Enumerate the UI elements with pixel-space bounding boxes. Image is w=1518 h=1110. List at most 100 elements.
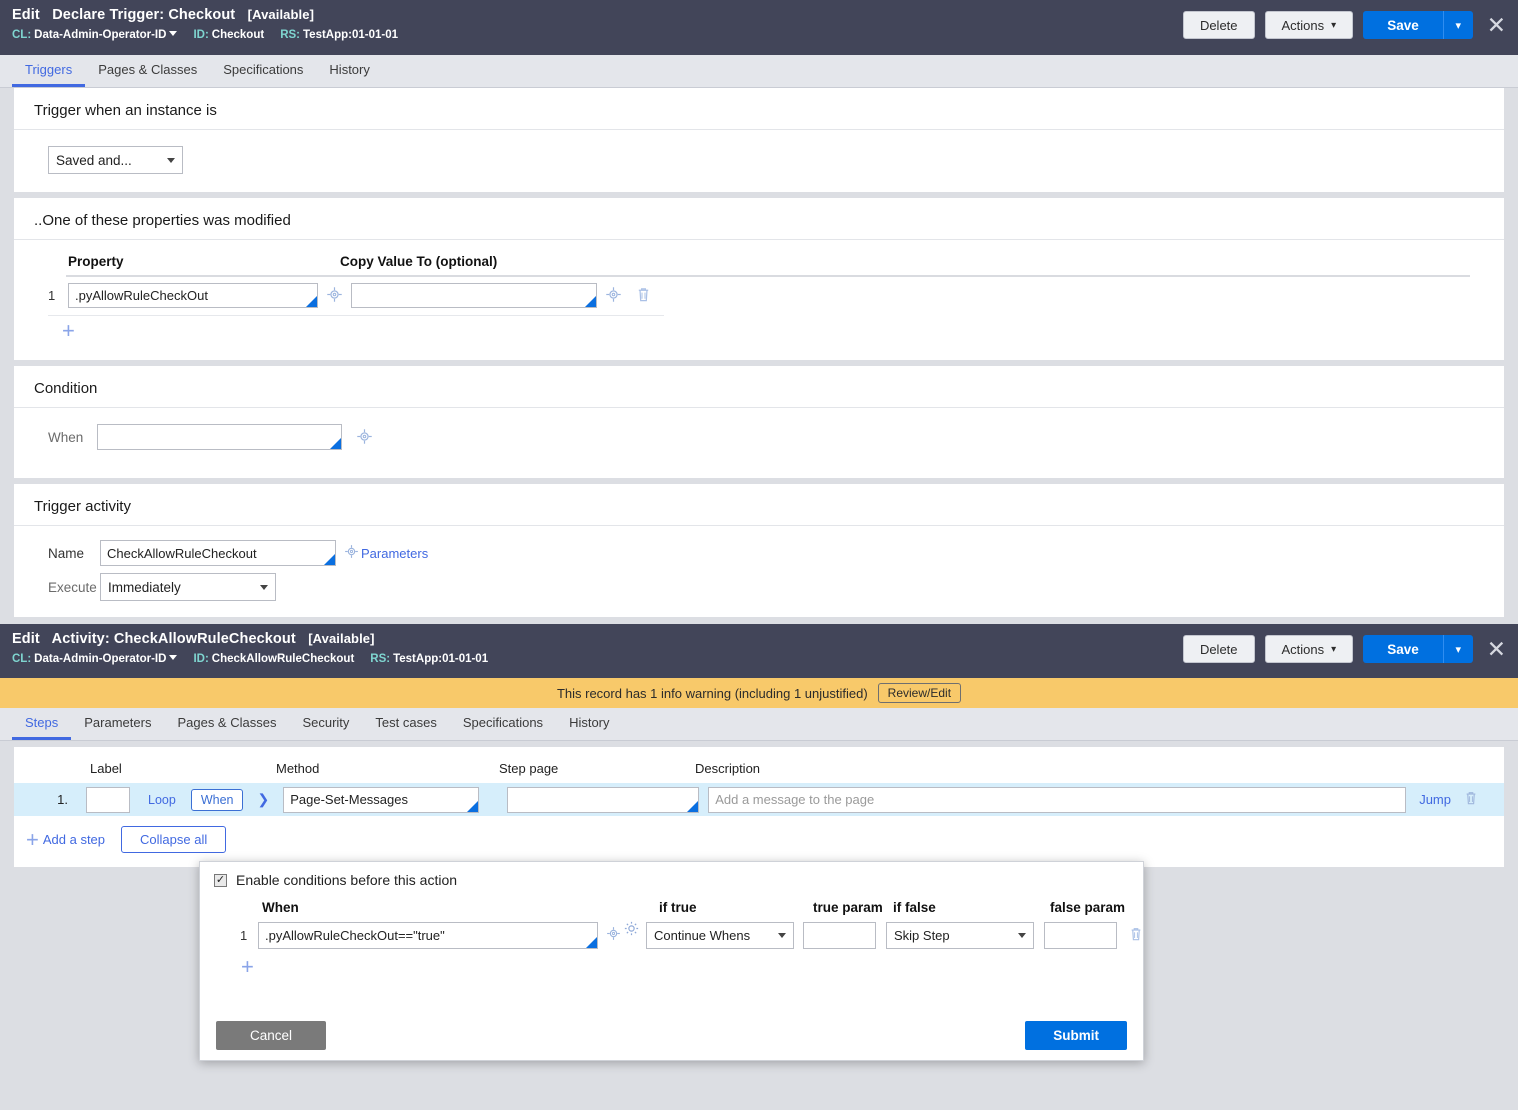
activity-rs-label: RS: xyxy=(370,653,391,665)
trigger-status-badge: [Available] xyxy=(247,7,315,22)
step-loop-link[interactable]: Loop xyxy=(148,793,176,807)
if-false-select[interactable]: Skip Step xyxy=(886,921,1034,949)
chevron-down-icon: ▾ xyxy=(1331,643,1337,655)
when-expression-input-wrap xyxy=(258,921,598,949)
col-copy-value-header: Copy Value To (optional) xyxy=(340,254,498,269)
step-jump-link[interactable]: Jump xyxy=(1419,792,1451,807)
col-label-header: Label xyxy=(90,761,122,776)
collapse-all-button[interactable]: Collapse all xyxy=(121,826,227,853)
tab-steps[interactable]: Steps xyxy=(12,709,72,740)
gear-icon[interactable] xyxy=(623,920,640,940)
copy-value-input[interactable] xyxy=(351,283,597,308)
col-property-header: Property xyxy=(68,254,124,269)
section-instance-title: Trigger when an instance is xyxy=(14,88,1504,130)
property-input[interactable] xyxy=(68,283,318,308)
step-method-input[interactable] xyxy=(283,786,480,813)
activity-name-input-wrap xyxy=(100,540,336,566)
if-false-select-wrap: Skip Step xyxy=(886,921,1034,949)
trigger-rs-value: TestApp:01-01-01 xyxy=(303,29,399,41)
activity-close-icon[interactable]: ✕ xyxy=(1487,637,1506,661)
activity-save-button[interactable]: Save xyxy=(1363,635,1443,663)
activity-execute-row: Execute Immediately xyxy=(48,573,1470,601)
activity-window-header: Edit Activity: CheckAllowRuleCheckout [A… xyxy=(0,624,1518,678)
true-param-input[interactable] xyxy=(803,921,876,949)
activity-id-label: ID: xyxy=(193,653,209,665)
step-description-input[interactable] xyxy=(708,786,1407,813)
col-true-param-header: true param xyxy=(813,900,883,915)
trigger-save-dropdown-button[interactable]: ▾ xyxy=(1442,11,1473,39)
activity-execute-label: Execute xyxy=(48,579,97,595)
tab-test-cases[interactable]: Test cases xyxy=(362,709,449,740)
add-a-step-label: Add a step xyxy=(42,832,106,847)
crosshair-icon-condition[interactable] xyxy=(356,428,373,448)
chevron-right-icon[interactable]: ❯ xyxy=(257,791,269,808)
condition-when-input[interactable] xyxy=(96,424,342,450)
tab-triggers[interactable]: Triggers xyxy=(12,56,86,87)
activity-delete-button[interactable]: Delete xyxy=(1182,635,1255,663)
tab-pages-and-classes[interactable]: Pages & Classes xyxy=(85,56,210,87)
condition-when-input-wrap xyxy=(96,424,342,450)
false-param-input[interactable] xyxy=(1044,921,1117,949)
add-property-row-icon[interactable]: + xyxy=(62,320,75,342)
activity-execute-select[interactable]: Immediately xyxy=(100,573,276,601)
trigger-title-prefix: Edit xyxy=(12,7,40,23)
delete-when-row-icon[interactable] xyxy=(1129,926,1143,945)
tab-history[interactable]: History xyxy=(316,56,382,87)
when-expression-input[interactable] xyxy=(258,921,598,949)
chevron-down-icon: ▾ xyxy=(1331,19,1337,31)
step-page-input[interactable] xyxy=(507,786,700,813)
activity-save-group: Save ▾ xyxy=(1363,635,1473,663)
tab-parameters[interactable]: Parameters xyxy=(71,709,164,740)
col-if-true-header: if true xyxy=(659,900,697,915)
step-when-chip[interactable]: When xyxy=(190,788,244,811)
if-true-select[interactable]: Continue Whens xyxy=(646,921,794,949)
crosshair-icon-copy-value[interactable] xyxy=(605,286,622,306)
add-a-step-button[interactable]: + Add a step xyxy=(26,828,106,851)
trigger-delete-button[interactable]: Delete xyxy=(1182,11,1255,39)
section-activity-title: Trigger activity xyxy=(14,484,1504,526)
crosshair-icon-when[interactable] xyxy=(606,926,621,944)
review-edit-button[interactable]: Review/Edit xyxy=(877,683,962,703)
delete-property-row-icon[interactable] xyxy=(636,286,651,306)
tab-security[interactable]: Security xyxy=(289,709,362,740)
col-if-false-header: if false xyxy=(893,900,936,915)
parameters-link[interactable]: Parameters xyxy=(361,546,428,561)
delete-step-icon[interactable] xyxy=(1464,790,1478,809)
trigger-tabstrip: Triggers Pages & Classes Specifications … xyxy=(0,55,1518,88)
trigger-rs-label: RS: xyxy=(280,29,300,41)
activity-save-dropdown-button[interactable]: ▾ xyxy=(1442,635,1473,663)
tab-activity-history[interactable]: History xyxy=(556,709,622,740)
activity-cl-value[interactable]: Data-Admin-Operator-ID xyxy=(34,653,178,665)
cancel-button[interactable]: Cancel xyxy=(216,1021,327,1050)
step-row: 1. Loop When ❯ Jump xyxy=(14,783,1504,816)
activity-name-input[interactable] xyxy=(100,540,336,566)
col-when-header: When xyxy=(262,900,299,915)
submit-button[interactable]: Submit xyxy=(1025,1021,1127,1050)
section-properties-modified: ..One of these properties was modified P… xyxy=(14,198,1504,360)
trigger-close-icon[interactable]: ✕ xyxy=(1487,13,1506,37)
trigger-save-button[interactable]: Save xyxy=(1363,11,1443,39)
section-instance-body: Saved and... xyxy=(14,130,1504,192)
step-page-input-wrap xyxy=(507,786,700,813)
add-when-row-icon[interactable]: + xyxy=(241,956,254,978)
enable-conditions-row: ✓ Enable conditions before this action xyxy=(200,862,1143,888)
when-conditions-popup: ✓ Enable conditions before this action W… xyxy=(199,861,1144,1061)
instance-state-select[interactable]: Saved and... xyxy=(48,146,183,174)
section-properties-body: Property Copy Value To (optional) 1 .pyA… xyxy=(14,240,1504,360)
tab-activity-pages-and-classes[interactable]: Pages & Classes xyxy=(164,709,289,740)
crosshair-icon-parameters[interactable] xyxy=(344,544,359,562)
tab-activity-specifications[interactable]: Specifications xyxy=(450,709,556,740)
trigger-cl-value[interactable]: Data-Admin-Operator-ID xyxy=(34,29,178,41)
trigger-cl-label: CL: xyxy=(12,29,32,41)
crosshair-icon-property[interactable] xyxy=(326,286,343,306)
col-false-param-header: false param xyxy=(1050,900,1126,915)
enable-conditions-checkbox[interactable]: ✓ xyxy=(214,873,227,887)
steps-card: Label Method Step page Description 1. Lo… xyxy=(14,747,1504,867)
property-row-number: 1 xyxy=(48,288,56,303)
tab-specifications[interactable]: Specifications xyxy=(210,56,316,87)
activity-actions-button[interactable]: Actions ▾ xyxy=(1264,635,1354,663)
step-label-input[interactable] xyxy=(86,786,130,813)
trigger-actions-button[interactable]: Actions ▾ xyxy=(1264,11,1354,39)
section-properties-title: ..One of these properties was modified xyxy=(14,198,1504,240)
properties-grid-header: Property Copy Value To (optional) xyxy=(48,254,1470,275)
